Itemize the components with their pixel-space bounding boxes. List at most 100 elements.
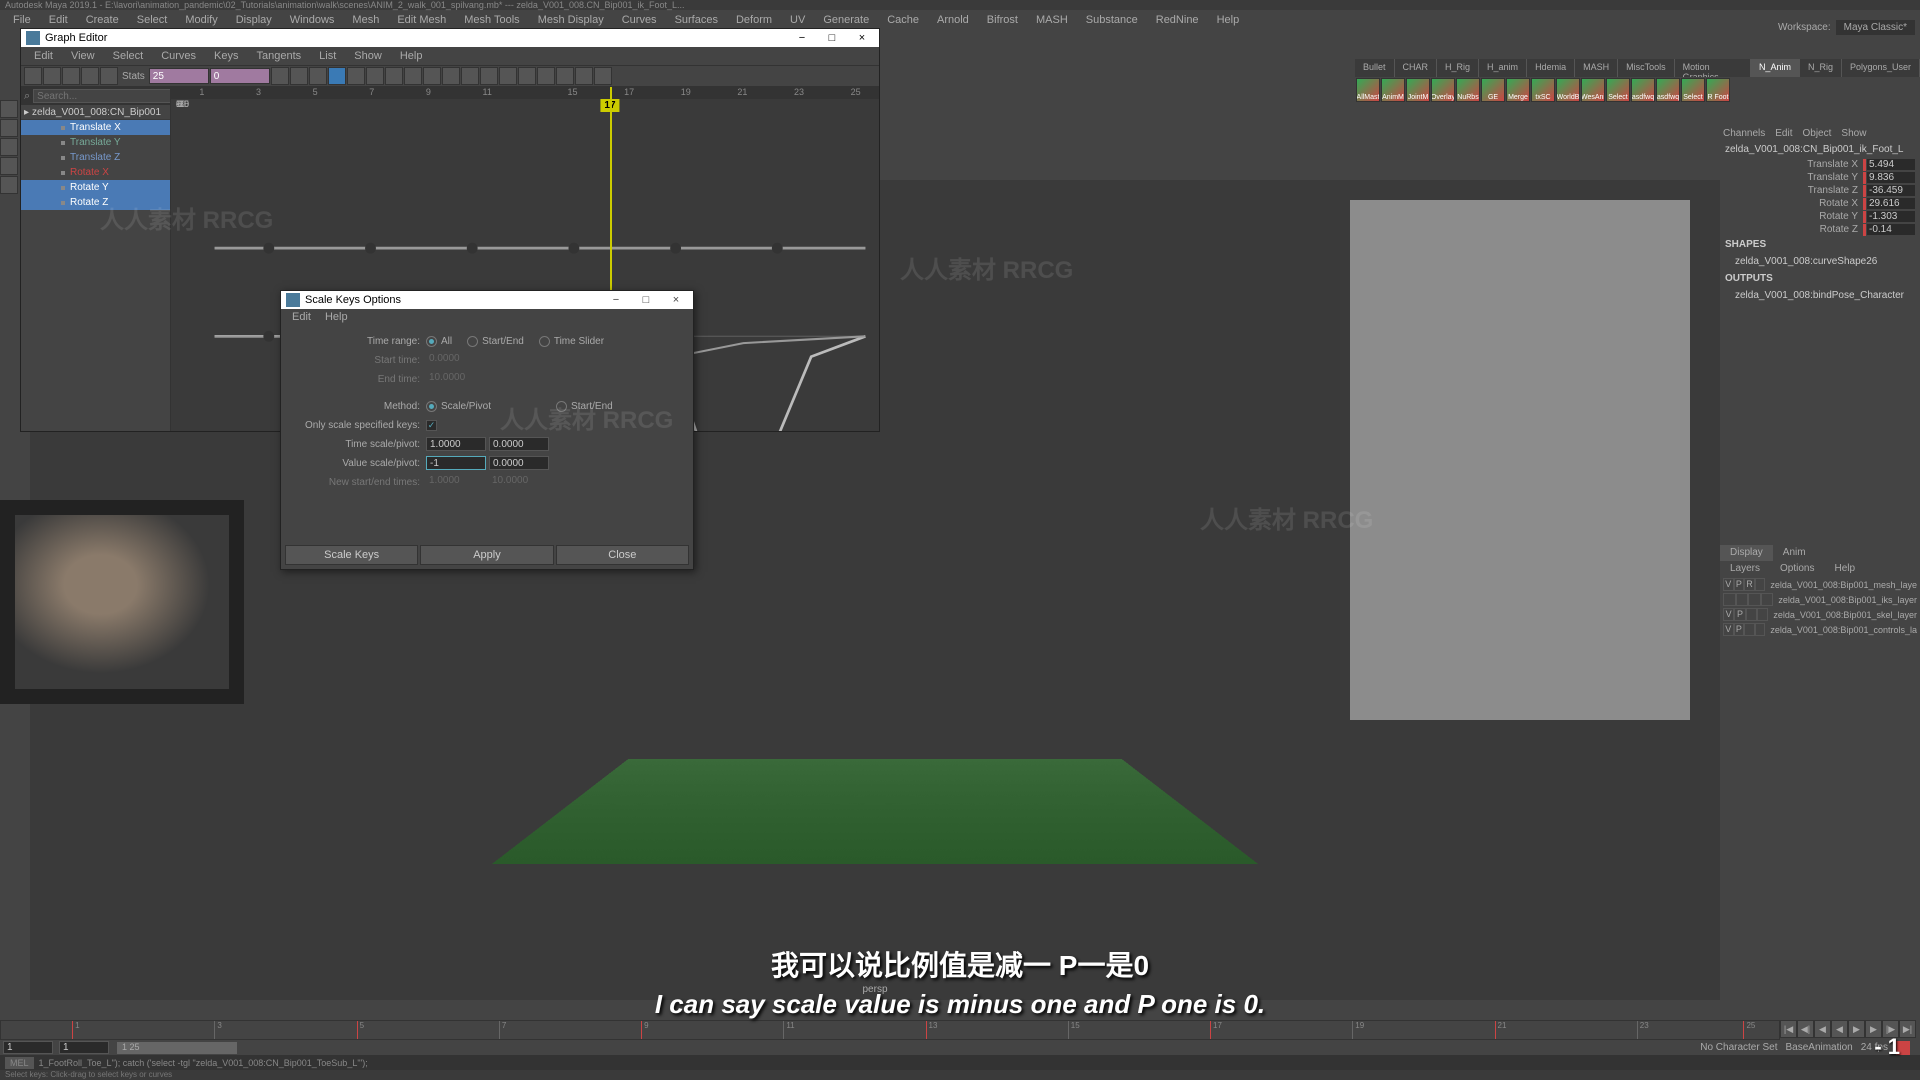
apply-button[interactable]: Apply: [420, 545, 553, 565]
shelf-icon-txsc[interactable]: txSC: [1531, 78, 1555, 102]
only-scale-checkbox[interactable]: ✓: [426, 420, 437, 431]
time-scale-input[interactable]: [426, 437, 486, 451]
step-back-icon[interactable]: ◀: [1814, 1020, 1831, 1038]
ge-attr-translate-y[interactable]: Translate Y: [21, 135, 170, 150]
go-to-end-icon[interactable]: ▶|: [1899, 1020, 1916, 1038]
shelf-tab-char[interactable]: CHAR: [1395, 59, 1438, 77]
shelf-tab-hanim[interactable]: H_anim: [1479, 59, 1527, 77]
ge-menu-help[interactable]: Help: [392, 48, 431, 64]
menu-editmesh[interactable]: Edit Mesh: [389, 12, 454, 28]
go-to-start-icon[interactable]: |◀: [1780, 1020, 1797, 1038]
cb-translate-y-row[interactable]: Translate Y9.836: [1720, 171, 1920, 184]
ge-attr-translate-z[interactable]: Translate Z: [21, 150, 170, 165]
cb-shape-node[interactable]: zelda_V001_008:curveShape26: [1720, 253, 1920, 270]
shelf-icon-overlay[interactable]: Overlay: [1431, 78, 1455, 102]
shelf-tab-motion[interactable]: Motion Graphics: [1675, 59, 1751, 77]
workspace-value[interactable]: Maya Classic*: [1836, 20, 1915, 35]
step-back-key-icon[interactable]: ◀|: [1797, 1020, 1814, 1038]
play-back-icon[interactable]: ◀: [1831, 1020, 1848, 1038]
shelf-icon-ge[interactable]: GE: [1481, 78, 1505, 102]
dp-menu-options[interactable]: Options: [1770, 561, 1824, 577]
ge-menu-edit[interactable]: Edit: [26, 48, 61, 64]
ge-linear-tangent-icon[interactable]: [385, 67, 403, 85]
menu-deform[interactable]: Deform: [728, 12, 780, 28]
ge-lock-weight-icon[interactable]: [556, 67, 574, 85]
cmd-language-label[interactable]: MEL: [5, 1057, 34, 1069]
ge-time-ruler[interactable]: 1 3 5 7 9 11 15 17 19 21 23 25: [171, 87, 879, 99]
menu-uv[interactable]: UV: [782, 12, 813, 28]
method-startend-radio[interactable]: [556, 401, 567, 412]
ge-free-weight-icon[interactable]: [537, 67, 555, 85]
ge-frame-all-icon[interactable]: [271, 67, 289, 85]
range-start-input[interactable]: [59, 1041, 109, 1054]
menu-substance[interactable]: Substance: [1078, 12, 1146, 28]
shelf-icon-nurbs[interactable]: NuRbs: [1456, 78, 1480, 102]
shelf-tab-bullet[interactable]: Bullet: [1355, 59, 1395, 77]
ge-attr-rotate-x[interactable]: Rotate X: [21, 165, 170, 180]
menu-curves[interactable]: Curves: [614, 12, 665, 28]
layer-mesh[interactable]: V P R zelda_V001_008:Bip001_mesh_laye: [1720, 577, 1920, 592]
menu-generate[interactable]: Generate: [815, 12, 877, 28]
ge-buffer-icon[interactable]: [480, 67, 498, 85]
ge-frame-playback-icon[interactable]: [290, 67, 308, 85]
layer-skel[interactable]: V P zelda_V001_008:Bip001_skel_layer: [1720, 607, 1920, 622]
menu-file[interactable]: File: [5, 12, 39, 28]
menu-arnold[interactable]: Arnold: [929, 12, 977, 28]
ge-break-tangent-icon[interactable]: [499, 67, 517, 85]
ge-attr-rotate-z[interactable]: Rotate Z: [21, 195, 170, 210]
dp-menu-layers[interactable]: Layers: [1720, 561, 1770, 577]
menu-meshdisplay[interactable]: Mesh Display: [530, 12, 612, 28]
menu-meshtools[interactable]: Mesh Tools: [456, 12, 527, 28]
ge-menu-select[interactable]: Select: [105, 48, 152, 64]
cb-tab-show[interactable]: Show: [1841, 128, 1866, 139]
ge-search-input[interactable]: [33, 89, 171, 103]
menu-modify[interactable]: Modify: [177, 12, 225, 28]
ge-menu-show[interactable]: Show: [346, 48, 390, 64]
ge-post-inf-icon[interactable]: [594, 67, 612, 85]
ge-lattice-icon[interactable]: [62, 67, 80, 85]
dp-tab-display[interactable]: Display: [1720, 545, 1773, 561]
shelf-icon-allmast[interactable]: AllMast: [1356, 78, 1380, 102]
ge-menu-keys[interactable]: Keys: [206, 48, 246, 64]
cb-tab-channels[interactable]: Channels: [1723, 128, 1765, 139]
menu-mesh[interactable]: Mesh: [344, 12, 387, 28]
shelf-icon-asdf1[interactable]: asdfwq: [1631, 78, 1655, 102]
ge-attr-translate-x[interactable]: Translate X: [21, 120, 170, 135]
ge-stats-frame-input[interactable]: [149, 68, 209, 84]
minimize-icon[interactable]: −: [787, 29, 817, 47]
shelf-icon-wesani[interactable]: WesAni: [1581, 78, 1605, 102]
menu-edit[interactable]: Edit: [41, 12, 76, 28]
close-button[interactable]: Close: [556, 545, 689, 565]
ge-center-icon[interactable]: [309, 67, 327, 85]
ge-step-tangent-icon[interactable]: [423, 67, 441, 85]
shelf-icon-select2[interactable]: Select: [1681, 78, 1705, 102]
rotate-tool-icon[interactable]: [0, 157, 18, 175]
ge-spline-tangent-icon[interactable]: [347, 67, 365, 85]
dlg-menu-help[interactable]: Help: [319, 310, 354, 324]
menu-select[interactable]: Select: [129, 12, 176, 28]
ge-menu-tangents[interactable]: Tangents: [249, 48, 310, 64]
anim-layer-dropdown[interactable]: BaseAnimation: [1785, 1042, 1852, 1053]
shelf-icon-animm[interactable]: AnimM: [1381, 78, 1405, 102]
menu-surfaces[interactable]: Surfaces: [667, 12, 726, 28]
ge-menu-view[interactable]: View: [63, 48, 103, 64]
cb-translate-x-row[interactable]: Translate X5.494: [1720, 158, 1920, 171]
value-pivot-input[interactable]: [489, 456, 549, 470]
ge-attr-rotate-y[interactable]: Rotate Y: [21, 180, 170, 195]
cb-rotate-x-row[interactable]: Rotate X29.616: [1720, 197, 1920, 210]
move-tool-icon[interactable]: [0, 138, 18, 156]
shelf-icon-jointm[interactable]: JointM: [1406, 78, 1430, 102]
layer-controls[interactable]: V P zelda_V001_008:Bip001_controls_la: [1720, 622, 1920, 637]
time-range-all-radio[interactable]: [426, 336, 437, 347]
dialog-minimize-icon[interactable]: −: [601, 291, 631, 309]
shelf-tab-mash[interactable]: MASH: [1575, 59, 1618, 77]
menu-cache[interactable]: Cache: [879, 12, 927, 28]
shelf-icon-rfoot[interactable]: R Foot: [1706, 78, 1730, 102]
dp-menu-help[interactable]: Help: [1824, 561, 1865, 577]
time-pivot-input[interactable]: [489, 437, 549, 451]
shelf-icon-worldb[interactable]: WorldB: [1556, 78, 1580, 102]
dialog-maximize-icon[interactable]: □: [631, 291, 661, 309]
shelf-tab-nanim[interactable]: N_Anim: [1751, 59, 1800, 77]
time-range-startend-radio[interactable]: [467, 336, 478, 347]
layer-iks[interactable]: zelda_V001_008:Bip001_iks_layer: [1720, 592, 1920, 607]
